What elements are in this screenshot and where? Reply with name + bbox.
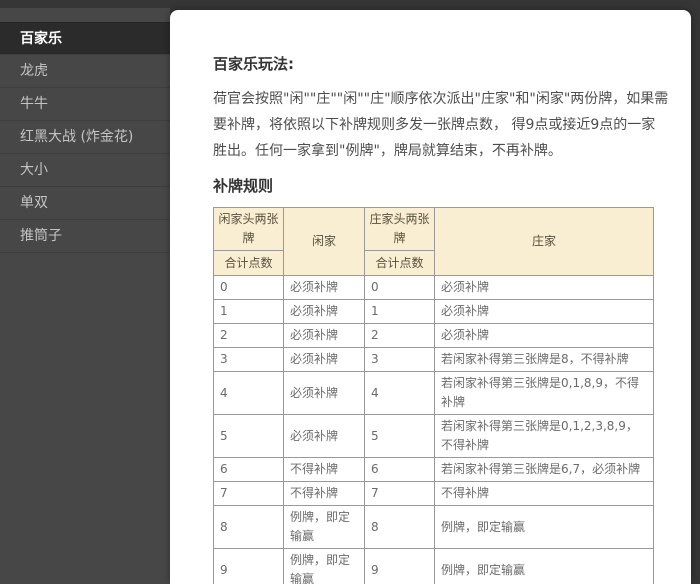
player-total-cell: 0	[214, 276, 284, 300]
sidebar-item-odd-even[interactable]: 单双	[0, 187, 170, 220]
table-row: 7 不得补牌 7 不得补牌	[214, 482, 654, 506]
content-area: 百家乐玩法: 荷官会按照"闲""庄""闲""庄"顺序依次派出"庄家"和"闲家"两…	[170, 10, 691, 584]
banker-action-cell: 不得补牌	[435, 482, 654, 506]
banker-action-cell: 必须补牌	[435, 300, 654, 324]
banker-total-cell: 7	[365, 482, 435, 506]
intro-paragraph: 荷官会按照"闲""庄""闲""庄"顺序依次派出"庄家"和"闲家"两份牌，如果需要…	[213, 86, 669, 164]
player-action-cell: 必须补牌	[284, 276, 365, 300]
table-row: 2 必须补牌 2 必须补牌	[214, 324, 654, 348]
banker-action-cell: 若闲家补得第三张牌是0,1,8,9，不得补牌	[435, 372, 654, 415]
draw-rules-table: 闲家头两张牌 闲家 庄家头两张牌 庄家 合计点数 合计点数 0 必须补牌 0 必…	[213, 207, 654, 584]
player-action-cell: 不得补牌	[284, 458, 365, 482]
table-row: 8 例牌，即定输赢 8 例牌，即定输赢	[214, 506, 654, 549]
table-row: 9 例牌，即定输赢 9 例牌，即定输赢	[214, 549, 654, 584]
table-row: 4 必须补牌 4 若闲家补得第三张牌是0,1,8,9，不得补牌	[214, 372, 654, 415]
player-total-cell: 2	[214, 324, 284, 348]
header-banker-two-cards: 庄家头两张牌	[365, 208, 435, 251]
sidebar-item-niuniu[interactable]: 牛牛	[0, 88, 170, 121]
header-banker-total: 合计点数	[365, 251, 435, 276]
banker-action-cell: 例牌，即定输赢	[435, 549, 654, 584]
player-action-cell: 必须补牌	[284, 415, 365, 458]
table-row: 5 必须补牌 5 若闲家补得第三张牌是0,1,2,3,8,9，不得补牌	[214, 415, 654, 458]
player-action-cell: 例牌，即定输赢	[284, 549, 365, 584]
page-title: 百家乐玩法:	[213, 54, 669, 74]
player-action-cell: 必须补牌	[284, 324, 365, 348]
table-header: 闲家头两张牌 闲家 庄家头两张牌 庄家 合计点数 合计点数	[214, 208, 654, 276]
player-total-cell: 7	[214, 482, 284, 506]
player-total-cell: 1	[214, 300, 284, 324]
banker-total-cell: 1	[365, 300, 435, 324]
sidebar-item-big-small[interactable]: 大小	[0, 154, 170, 187]
banker-total-cell: 3	[365, 348, 435, 372]
header-banker: 庄家	[435, 208, 654, 276]
banker-total-cell: 9	[365, 549, 435, 584]
table-body: 0 必须补牌 0 必须补牌 1 必须补牌 1 必须补牌 2 必须补牌 2 必须补…	[214, 276, 654, 584]
banker-total-cell: 8	[365, 506, 435, 549]
sidebar-item-baccarat[interactable]: 百家乐	[0, 22, 170, 55]
player-total-cell: 5	[214, 415, 284, 458]
section-title: 补牌规则	[213, 168, 669, 196]
header-player: 闲家	[284, 208, 365, 276]
player-total-cell: 6	[214, 458, 284, 482]
table-row: 6 不得补牌 6 若闲家补得第三张牌是6,7，必须补牌	[214, 458, 654, 482]
sidebar-item-tui-tong-zi[interactable]: 推筒子	[0, 220, 170, 253]
player-action-cell: 必须补牌	[284, 372, 365, 415]
player-total-cell: 4	[214, 372, 284, 415]
content-panel: 百家乐玩法: 荷官会按照"闲""庄""闲""庄"顺序依次派出"庄家"和"闲家"两…	[170, 10, 691, 584]
table-row: 1 必须补牌 1 必须补牌	[214, 300, 654, 324]
player-action-cell: 例牌，即定输赢	[284, 506, 365, 549]
banker-total-cell: 6	[365, 458, 435, 482]
header-player-total: 合计点数	[214, 251, 284, 276]
banker-total-cell: 4	[365, 372, 435, 415]
player-action-cell: 不得补牌	[284, 482, 365, 506]
player-total-cell: 8	[214, 506, 284, 549]
player-total-cell: 9	[214, 549, 284, 584]
banker-action-cell: 若闲家补得第三张牌是6,7，必须补牌	[435, 458, 654, 482]
player-action-cell: 必须补牌	[284, 348, 365, 372]
table-row: 3 必须补牌 3 若闲家补得第三张牌是8，不得补牌	[214, 348, 654, 372]
banker-total-cell: 5	[365, 415, 435, 458]
banker-action-cell: 必须补牌	[435, 324, 654, 348]
sidebar-item-dragon-tiger[interactable]: 龙虎	[0, 55, 170, 88]
player-action-cell: 必须补牌	[284, 300, 365, 324]
banker-action-cell: 例牌，即定输赢	[435, 506, 654, 549]
banker-action-cell: 若闲家补得第三张牌是8，不得补牌	[435, 348, 654, 372]
banker-action-cell: 必须补牌	[435, 276, 654, 300]
header-player-two-cards: 闲家头两张牌	[214, 208, 284, 251]
banker-total-cell: 0	[365, 276, 435, 300]
sidebar: 百家乐 龙虎 牛牛 红黑大战 (炸金花) 大小 单双 推筒子	[0, 8, 170, 584]
sidebar-item-red-black-war[interactable]: 红黑大战 (炸金花)	[0, 121, 170, 154]
table-row: 0 必须补牌 0 必须补牌	[214, 276, 654, 300]
banker-total-cell: 2	[365, 324, 435, 348]
player-total-cell: 3	[214, 348, 284, 372]
banker-action-cell: 若闲家补得第三张牌是0,1,2,3,8,9，不得补牌	[435, 415, 654, 458]
